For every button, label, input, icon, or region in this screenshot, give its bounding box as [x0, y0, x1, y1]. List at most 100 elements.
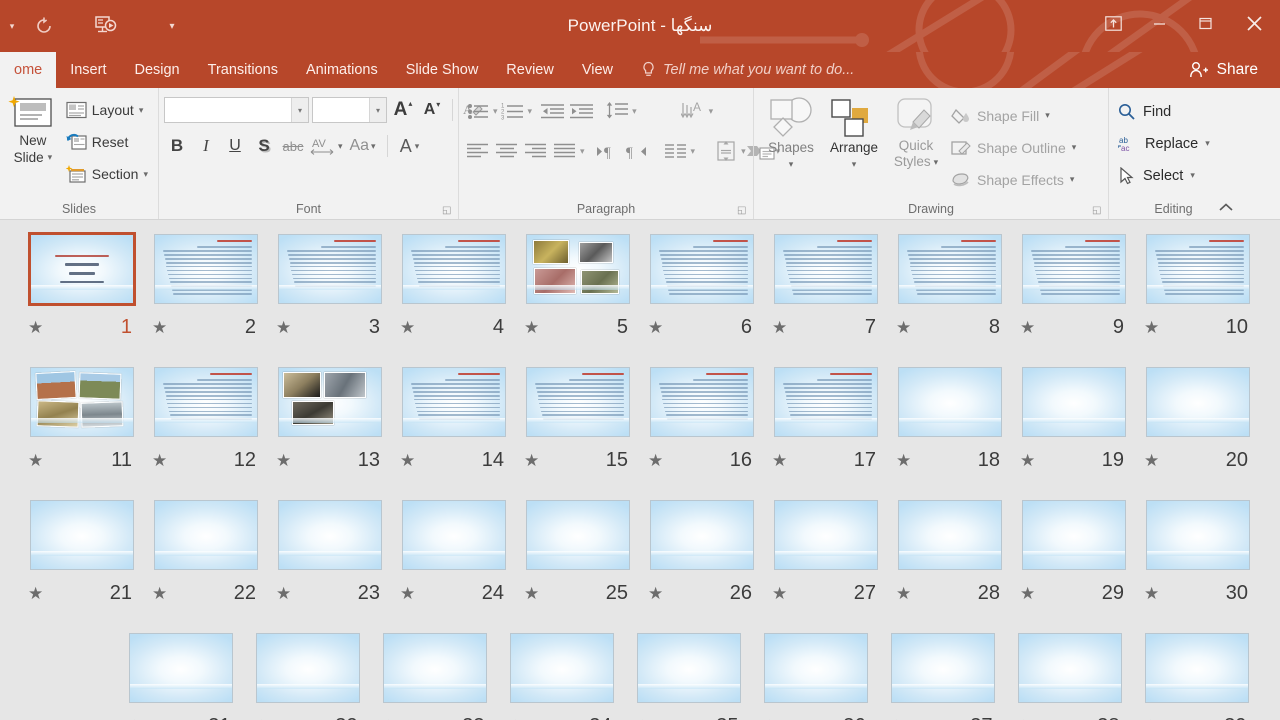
align-text-caret-icon[interactable]: ▾	[741, 146, 746, 157]
animation-star-icon[interactable]: ★	[28, 319, 43, 336]
slide-preview[interactable]	[1022, 500, 1126, 570]
numbering-caret-icon[interactable]: ▾	[528, 106, 533, 117]
slide-preview[interactable]	[636, 633, 741, 703]
slide-thumbnail-1[interactable]: ★ 1	[20, 232, 144, 365]
animation-star-icon[interactable]: ★	[152, 452, 167, 469]
thumb-wrap[interactable]	[524, 498, 632, 572]
animation-star-icon[interactable]: ★	[276, 585, 291, 602]
find-button[interactable]: Find	[1114, 96, 1214, 127]
thumb-wrap[interactable]	[1144, 365, 1252, 439]
thumb-wrap[interactable]	[896, 498, 1004, 572]
slide-preview[interactable]	[1017, 633, 1122, 703]
animation-star-icon[interactable]: ★	[524, 452, 539, 469]
animation-star-icon[interactable]: ★	[772, 585, 787, 602]
slide-thumbnail-29[interactable]: ★ 29	[1012, 498, 1136, 631]
thumb-wrap[interactable]	[1144, 498, 1252, 572]
shape-outline-caret-icon[interactable]: ▾	[1072, 142, 1077, 153]
align-left-button[interactable]	[464, 136, 492, 166]
increase-font-size-button[interactable]: A ▴	[390, 95, 416, 125]
columns-button[interactable]	[662, 136, 690, 166]
paragraph-dialog-launcher[interactable]: ◱	[737, 205, 749, 217]
collapse-ribbon-button[interactable]	[1218, 202, 1234, 217]
tab-design[interactable]: Design	[120, 52, 193, 88]
decrease-indent-button[interactable]	[539, 96, 567, 126]
slide-thumbnail-14[interactable]: ★ 14	[392, 365, 516, 498]
section-caret-icon[interactable]: ▾	[143, 169, 148, 180]
animation-star-icon[interactable]: ★	[524, 319, 539, 336]
animation-star-icon[interactable]: ★	[1020, 319, 1035, 336]
thumb-wrap[interactable]	[896, 365, 1004, 439]
tab-home[interactable]: ome	[0, 52, 57, 88]
decrease-font-size-button[interactable]: A ▾	[419, 95, 445, 125]
shape-fill-caret-icon[interactable]: ▾	[1045, 110, 1050, 121]
thumb-wrap[interactable]	[152, 498, 260, 572]
shape-effects-button[interactable]: Shape Effects ▾	[947, 164, 1080, 195]
arrange-button[interactable]: Arrange ▾	[823, 96, 885, 172]
slide-preview[interactable]	[526, 234, 630, 304]
thumb-wrap[interactable]	[152, 365, 260, 439]
animation-star-icon[interactable]: ★	[896, 585, 911, 602]
slide-sorter-pane[interactable]: ★ 10 ★ 9 ★ 8 ★ 7 ★ 6 ★ 5 ★ 4 ★ 3 ★ 2 ★ 1 ★ 20 ★ 19 ★ 18 ★ 17 ★ 16 ★ 15 ★…	[0, 220, 1280, 720]
slide-thumbnail-30[interactable]: ★ 30	[1136, 498, 1260, 631]
thumb-wrap[interactable]	[276, 232, 384, 306]
thumb-wrap[interactable]	[762, 631, 870, 705]
ltr-button[interactable]: ¶	[594, 136, 622, 166]
animation-star-icon[interactable]: ★	[1020, 585, 1035, 602]
slide-preview[interactable]	[898, 367, 1002, 437]
thumb-wrap[interactable]	[889, 631, 997, 705]
thumb-wrap[interactable]	[1144, 232, 1252, 306]
slide-preview[interactable]	[154, 500, 258, 570]
tell-me-search[interactable]: Tell me what you want to do...	[627, 52, 866, 88]
slide-thumbnail-35[interactable]: ★35	[625, 631, 752, 720]
slide-preview[interactable]	[898, 234, 1002, 304]
thumb-wrap[interactable]	[28, 498, 136, 572]
animation-star-icon[interactable]: ★	[896, 452, 911, 469]
slide-thumbnail-5[interactable]: ★ 5	[516, 232, 640, 365]
shapes-caret-icon[interactable]: ▾	[789, 156, 794, 172]
slide-thumbnail-8[interactable]: ★ 8	[888, 232, 1012, 365]
thumb-wrap[interactable]	[648, 498, 756, 572]
animation-star-icon[interactable]: ★	[772, 452, 787, 469]
slide-preview[interactable]	[526, 500, 630, 570]
animation-star-icon[interactable]: ★	[772, 319, 787, 336]
thumb-wrap[interactable]	[648, 232, 756, 306]
character-spacing-button[interactable]: AV ▾	[309, 131, 343, 161]
slide-thumbnail-17[interactable]: ★ 17	[764, 365, 888, 498]
slide-preview[interactable]	[1022, 234, 1126, 304]
thumb-wrap[interactable]	[400, 498, 508, 572]
slide-thumbnail-37[interactable]: ★37	[879, 631, 1006, 720]
slide-thumbnail-12[interactable]: ★ 12	[144, 365, 268, 498]
animation-star-icon[interactable]: ★	[400, 319, 415, 336]
slide-thumbnail-23[interactable]: ★ 23	[268, 498, 392, 631]
slide-thumbnail-13[interactable]: ★ 13	[268, 365, 392, 498]
animation-star-icon[interactable]: ★	[152, 319, 167, 336]
numbering-button[interactable]: 1 2 3	[499, 96, 527, 126]
window-controls[interactable]	[1090, 0, 1280, 46]
animation-star-icon[interactable]: ★	[28, 585, 43, 602]
underline-button[interactable]: U	[222, 131, 248, 161]
slide-preview[interactable]	[890, 633, 995, 703]
slide-preview[interactable]	[1146, 500, 1250, 570]
slide-thumbnail-3[interactable]: ★ 3	[268, 232, 392, 365]
section-button[interactable]: Section ▾	[61, 159, 153, 189]
slide-thumbnail-10[interactable]: ★ 10	[1136, 232, 1260, 365]
thumb-wrap[interactable]	[772, 498, 880, 572]
slide-thumbnail-18[interactable]: ★ 18	[888, 365, 1012, 498]
tab-transitions[interactable]: Transitions	[194, 52, 292, 88]
tab-review[interactable]: Review	[492, 52, 568, 88]
slide-preview[interactable]	[278, 234, 382, 304]
select-button[interactable]: Select ▾	[1114, 160, 1214, 191]
animation-star-icon[interactable]: ★	[152, 585, 167, 602]
text-shadow-button[interactable]: S	[251, 131, 277, 161]
slide-preview[interactable]	[402, 367, 506, 437]
slide-thumbnail-32[interactable]: ★32	[244, 631, 371, 720]
shape-effects-caret-icon[interactable]: ▾	[1070, 174, 1075, 185]
shape-fill-button[interactable]: Shape Fill ▾	[947, 100, 1080, 131]
thumb-wrap[interactable]	[524, 232, 632, 306]
slide-preview[interactable]	[28, 232, 136, 306]
slide-thumbnail-20[interactable]: ★ 20	[1136, 365, 1260, 498]
slide-preview[interactable]	[382, 633, 487, 703]
thumb-wrap[interactable]	[635, 631, 743, 705]
thumb-wrap[interactable]	[648, 365, 756, 439]
thumb-wrap[interactable]	[254, 631, 362, 705]
